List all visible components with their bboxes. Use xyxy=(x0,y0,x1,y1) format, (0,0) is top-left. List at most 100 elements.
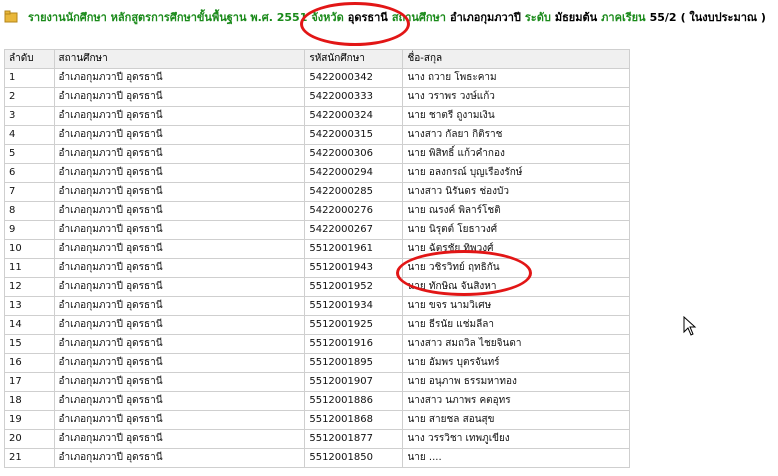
report-title: รายงานนักศึกษา หลักสูตรการศึกษาขั้นพื้นฐ… xyxy=(28,11,766,25)
table-row: 5 อำเภอกุมภวาปี อุดรธานี 5422000306 นาย พิส… xyxy=(4,144,630,164)
cell-school: อำเภอกุมภวาปี อุดรธานี xyxy=(53,258,306,278)
cell-index: 20 xyxy=(4,429,55,449)
cell-name: นาง ถวาย โพธะคาม xyxy=(402,68,630,88)
cell-name: นาย วชิรวิทย์ ฤทธิกัน xyxy=(402,258,630,278)
cell-name: นาย อัมพร บุตรจันทร์ xyxy=(402,353,630,373)
cell-index: 6 xyxy=(4,163,55,183)
cell-index: 10 xyxy=(4,239,55,259)
table-row: 11 อำเภอกุมภวาปี อุดรธานี 5512001943 นาย วช… xyxy=(4,258,630,278)
cell-student-id: 5422000306 xyxy=(304,144,404,164)
cell-school: อำเภอกุมภวาปี อุดรธานี xyxy=(53,353,306,373)
cell-school: อำเภอกุมภวาปี อุดรธานี xyxy=(53,144,306,164)
cell-index: 15 xyxy=(4,334,55,354)
cell-school: อำเภอกุมภวาปี อุดรธานี xyxy=(53,239,306,259)
cell-index: 1 xyxy=(4,68,55,88)
cell-school: อำเภอกุมภวาปี อุดรธานี xyxy=(53,277,306,297)
cell-name: นาย ธีรนัย แช่มลีลา xyxy=(402,315,630,335)
table-row: 9 อำเภอกุมภวาปี อุดรธานี 5422000267 นาย นิร… xyxy=(4,220,630,240)
cell-student-id: 5422000324 xyxy=(304,106,404,126)
cell-index: 19 xyxy=(4,410,55,430)
cell-school: อำเภอกุมภวาปี อุดรธานี xyxy=(53,429,306,449)
cell-school: อำเภอกุมภวาปี อุดรธานี xyxy=(53,410,306,430)
header-segment: 55/2 xyxy=(649,11,677,24)
cell-name: นาย ฉัตรชัย ทิพวงศ์ xyxy=(402,239,630,259)
cell-school: อำเภอกุมภวาปี อุดรธานี xyxy=(53,182,306,202)
cell-school: อำเภอกุมภวาปี อุดรธานี xyxy=(53,448,306,468)
folder-icon xyxy=(4,10,18,23)
cell-index: 9 xyxy=(4,220,55,240)
header-segment: จังหวัด xyxy=(311,11,344,24)
table-row: 8 อำเภอกุมภวาปี อุดรธานี 5422000276 นาย ณรง… xyxy=(4,201,630,221)
cell-school: อำเภอกุมภวาปี อุดรธานี xyxy=(53,372,306,392)
header-segment: มัธยมต้น xyxy=(554,11,598,24)
table-row: 18 อำเภอกุมภวาปี อุดรธานี 5512001886 นางสาว… xyxy=(4,391,630,411)
table-row: 6 อำเภอกุมภวาปี อุดรธานี 5422000294 นาย อลง… xyxy=(4,163,630,183)
cell-name: นาย สายชล สอนสุข xyxy=(402,410,630,430)
column-header-school: สถานศึกษา xyxy=(53,49,306,69)
cell-index: 7 xyxy=(4,182,55,202)
cell-index: 17 xyxy=(4,372,55,392)
table-row: 3 อำเภอกุมภวาปี อุดรธานี 5422000324 นาย ชาต… xyxy=(4,106,630,126)
column-header-student-id: รหัสนักศึกษา xyxy=(304,49,404,69)
cell-student-id: 5422000294 xyxy=(304,163,404,183)
cell-name: นาย ทักษิณ จันสิงหา xyxy=(402,277,630,297)
cell-school: อำเภอกุมภวาปี อุดรธานี xyxy=(53,163,306,183)
cell-index: 18 xyxy=(4,391,55,411)
table-row: 12 อำเภอกุมภวาปี อุดรธานี 5512001952 นาย ทั… xyxy=(4,277,630,297)
table-row: 21 อำเภอกุมภวาปี อุดรธานี 5512001850 นาย ..… xyxy=(4,448,630,468)
table-row: 20 อำเภอกุมภวาปี อุดรธานี 5512001877 นาง วร… xyxy=(4,429,630,449)
cell-index: 16 xyxy=(4,353,55,373)
cell-index: 21 xyxy=(4,448,55,468)
report-header-bar: รายงานนักศึกษา หลักสูตรการศึกษาขั้นพื้นฐ… xyxy=(0,0,778,38)
cell-name: นาย พิสิทธิ์ แก้วคำกอง xyxy=(402,144,630,164)
cell-index: 2 xyxy=(4,87,55,107)
cell-name: นางสาว สมถวิล ไชยจินดา xyxy=(402,334,630,354)
cell-index: 13 xyxy=(4,296,55,316)
cell-name: นาย ชาตรี ถูงามเงิน xyxy=(402,106,630,126)
table-row: 1 อำเภอกุมภวาปี อุดรธานี 5422000342 นาง ถวา… xyxy=(4,68,630,88)
table-row: 15 อำเภอกุมภวาปี อุดรธานี 5512001916 นางสาว… xyxy=(4,334,630,354)
cell-student-id: 5422000285 xyxy=(304,182,404,202)
cell-student-id: 5422000315 xyxy=(304,125,404,145)
cell-name: นางสาว นิรันดร ช่องบัว xyxy=(402,182,630,202)
cell-index: 5 xyxy=(4,144,55,164)
cell-name: นาย .... xyxy=(402,448,630,468)
cell-student-id: 5422000342 xyxy=(304,68,404,88)
table-row: 17 อำเภอกุมภวาปี อุดรธานี 5512001907 นาย อน… xyxy=(4,372,630,392)
cell-school: อำเภอกุมภวาปี อุดรธานี xyxy=(53,334,306,354)
cell-index: 3 xyxy=(4,106,55,126)
cell-school: อำเภอกุมภวาปี อุดรธานี xyxy=(53,106,306,126)
table-header-row: ลำดับ สถานศึกษา รหัสนักศึกษา ชื่อ-สกุล xyxy=(4,49,630,69)
header-segment: ( ในงบประมาณ ) xyxy=(680,11,766,24)
table-row: 4 อำเภอกุมภวาปี อุดรธานี 5422000315 นางสาว … xyxy=(4,125,630,145)
cell-student-id: 5422000267 xyxy=(304,220,404,240)
mouse-cursor-icon xyxy=(683,316,697,336)
cell-index: 14 xyxy=(4,315,55,335)
cell-student-id: 5512001907 xyxy=(304,372,404,392)
cell-school: อำเภอกุมภวาปี อุดรธานี xyxy=(53,315,306,335)
header-segment: อำเภอกุมภวาปี xyxy=(449,11,521,24)
cell-index: 11 xyxy=(4,258,55,278)
cell-student-id: 5422000276 xyxy=(304,201,404,221)
cell-student-id: 5512001934 xyxy=(304,296,404,316)
table-row: 13 อำเภอกุมภวาปี อุดรธานี 5512001934 นาย ขจ… xyxy=(4,296,630,316)
cell-name: นาย นิรุตต์ โยธาวงศ์ xyxy=(402,220,630,240)
cell-name: นาย อนุภาพ ธรรมหาทอง xyxy=(402,372,630,392)
cell-student-id: 5512001877 xyxy=(304,429,404,449)
cell-index: 8 xyxy=(4,201,55,221)
cell-name: นาย อลงกรณ์ บุญเรืองรักษ์ xyxy=(402,163,630,183)
cell-student-id: 5512001952 xyxy=(304,277,404,297)
cell-school: อำเภอกุมภวาปี อุดรธานี xyxy=(53,391,306,411)
table-row: 2 อำเภอกุมภวาปี อุดรธานี 5422000333 นาง วรา… xyxy=(4,87,630,107)
table-row: 7 อำเภอกุมภวาปี อุดรธานี 5422000285 นางสาว … xyxy=(4,182,630,202)
student-table: ลำดับ สถานศึกษา รหัสนักศึกษา ชื่อ-สกุล 1… xyxy=(4,49,630,468)
column-header-index: ลำดับ xyxy=(4,49,55,69)
cell-student-id: 5512001961 xyxy=(304,239,404,259)
cell-school: อำเภอกุมภวาปี อุดรธานี xyxy=(53,68,306,88)
header-segment: อุดรธานี xyxy=(347,11,388,24)
cell-name: นางสาว กัลยา กิติราช xyxy=(402,125,630,145)
cell-student-id: 5512001943 xyxy=(304,258,404,278)
table-row: 10 อำเภอกุมภวาปี อุดรธานี 5512001961 นาย ฉั… xyxy=(4,239,630,259)
header-segment: ระดับ xyxy=(524,11,551,24)
cell-name: นาง วราพร วงษ์แก้ว xyxy=(402,87,630,107)
